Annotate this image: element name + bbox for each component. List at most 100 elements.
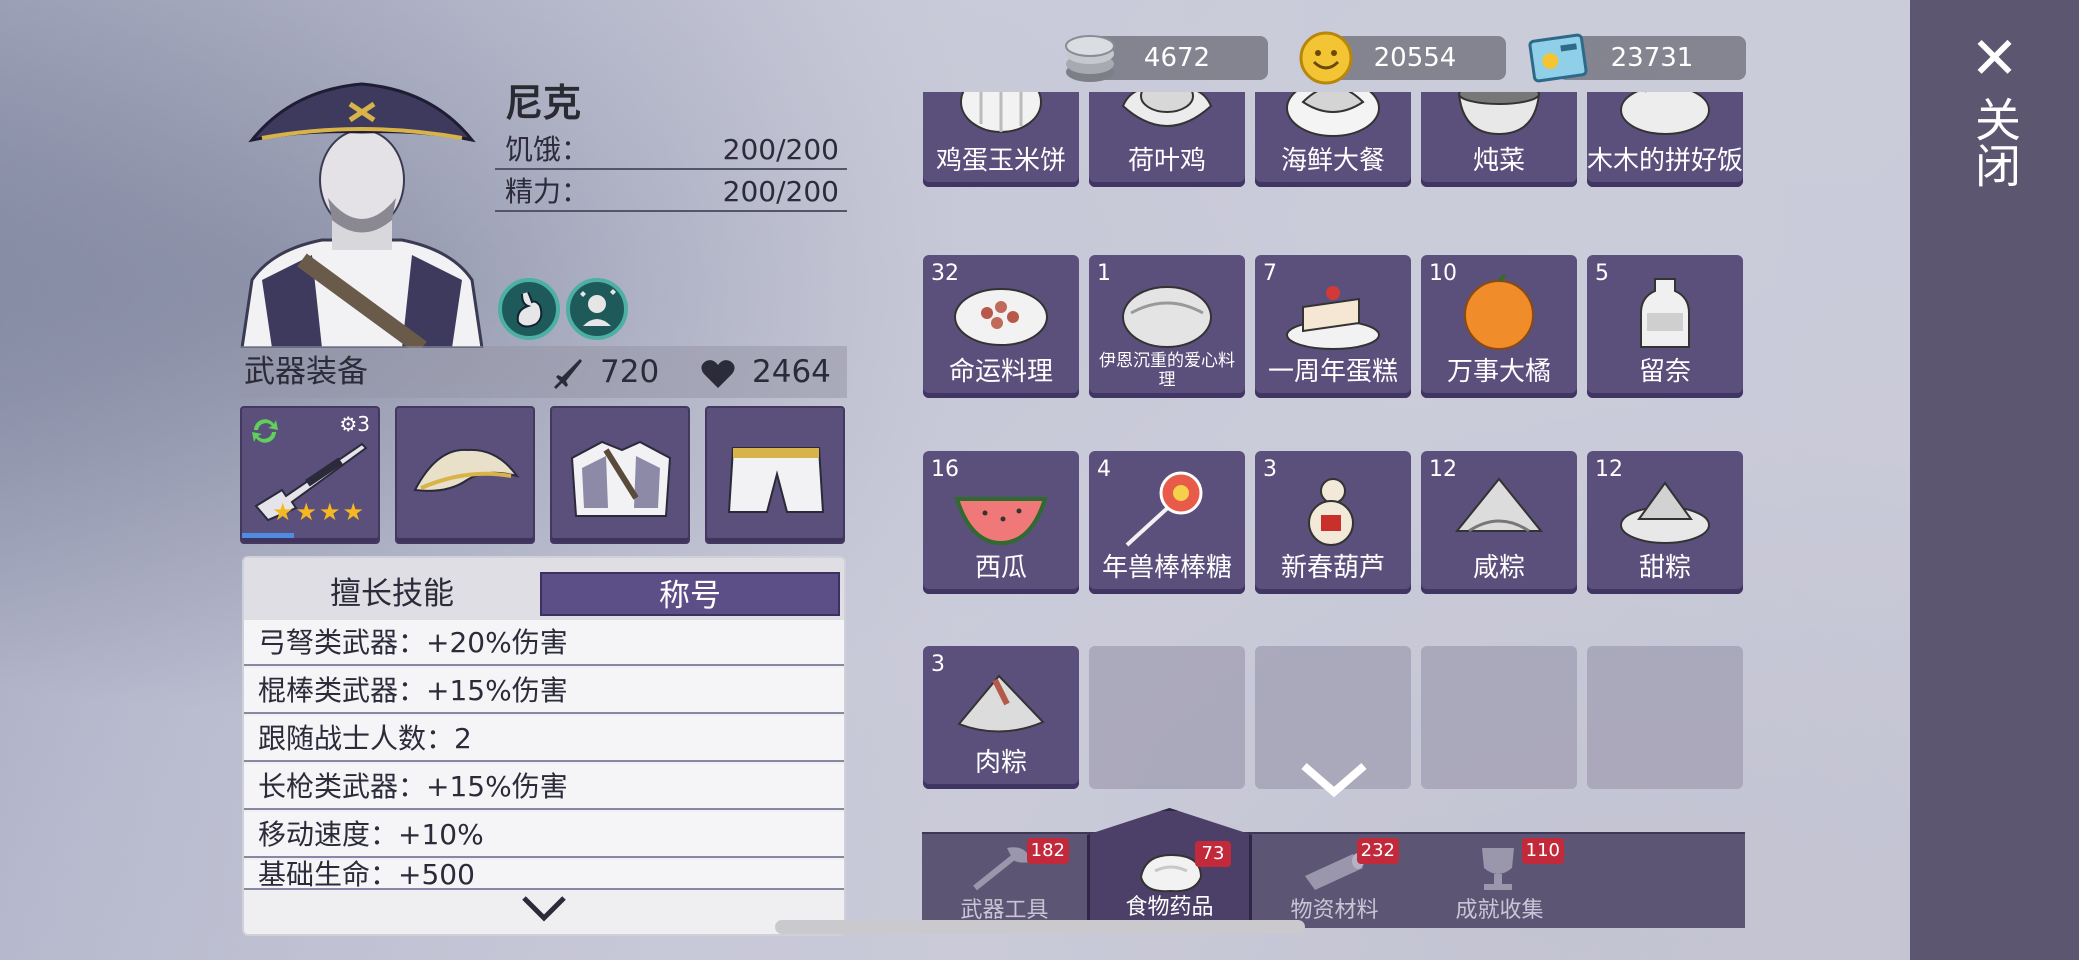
item-name: 命运料理: [948, 357, 1053, 387]
item-cell[interactable]: 鸡蛋玉米饼: [923, 92, 1079, 187]
fortune-dish-icon: [954, 288, 1048, 346]
hunger-value: 200/200: [722, 133, 839, 166]
skills-panel: 擅长技能 称号 弓弩类武器：+20%伤害 棍棒类武器：+15%伤害 跟随战士人数…: [242, 556, 846, 936]
hat-slot[interactable]: [395, 406, 535, 544]
home-indicator[interactable]: [775, 920, 1305, 934]
skill-row: 移动速度：+10%: [244, 812, 844, 858]
item-name: 新春葫芦: [1280, 553, 1385, 583]
energy-value: 200/200: [722, 175, 839, 208]
tab-materials[interactable]: 232 物资材料: [1252, 834, 1417, 930]
item-count: 3: [1263, 457, 1277, 482]
attack-value: 720: [600, 354, 660, 390]
item-cell[interactable]: 1 伊恩沉重的爱心料理: [1089, 255, 1245, 398]
tab-badge: 232: [1356, 838, 1399, 864]
stomach-badge-icon[interactable]: [498, 278, 560, 340]
tab-label: 食物药品: [1125, 895, 1214, 920]
item-name: 伊恩沉重的爱心料理: [1099, 351, 1235, 390]
item-count: 3: [931, 652, 945, 677]
bento-box-icon: [1620, 92, 1710, 135]
item-name: 甜粽: [1638, 553, 1691, 583]
tab-badge: 110: [1521, 838, 1564, 864]
cake-icon: [1286, 286, 1380, 350]
energy-stat: 精力： 200/200: [495, 172, 847, 212]
silver-currency: 4672: [1065, 35, 1268, 82]
item-cell[interactable]: 12 甜粽: [1587, 451, 1743, 594]
item-cell[interactable]: 5 留奈: [1587, 255, 1743, 398]
item-count: 4: [1097, 457, 1111, 482]
tab-skills[interactable]: 擅长技能: [244, 572, 540, 616]
tab-title[interactable]: 称号: [540, 572, 840, 616]
hunger-label: 饥饿：: [505, 133, 590, 166]
skill-row: 基础生命：+500: [244, 860, 844, 890]
equipment-title: 武器装备: [244, 354, 368, 390]
ticket-value: 23731: [1610, 43, 1694, 73]
skill-row: 长枪类武器：+15%伤害: [244, 764, 844, 810]
item-count: 12: [1595, 457, 1623, 482]
item-name: 万事大橘: [1446, 357, 1551, 387]
item-cell[interactable]: 炖菜: [1421, 92, 1577, 187]
item-cell[interactable]: 4 年兽棒棒糖: [1089, 451, 1245, 594]
coat-slot[interactable]: [550, 406, 690, 544]
gourd-icon: [1308, 478, 1354, 546]
category-tabs: 182 武器工具 73 食物药品 232 物资材料 110 成就收集: [922, 808, 1745, 930]
item-cell[interactable]: 3 新春葫芦: [1255, 451, 1411, 594]
empty-cell[interactable]: [1587, 646, 1743, 789]
weapon-slot[interactable]: ⚙3 ★★★★: [240, 406, 380, 544]
weapon-exp-bar: [242, 533, 294, 538]
sweet-zongzi-icon: [1620, 481, 1710, 544]
skill-row: 弓弩类武器：+20%伤害: [244, 620, 844, 666]
item-name: 西瓜: [974, 553, 1027, 583]
salty-zongzi-icon: [1454, 477, 1544, 533]
item-name: 木木的拼好饭: [1587, 146, 1744, 176]
item-name: 一周年蛋糕: [1267, 357, 1398, 387]
close-icon[interactable]: ✕: [1910, 28, 2079, 88]
item-count: 1: [1097, 261, 1111, 286]
skill-row: 跟随战士人数：2: [244, 716, 844, 762]
inventory-grid: 鸡蛋玉米饼 荷叶鸡 海鲜大餐 炖菜 木木的拼好饭 32 命运料理 1 伊恩沉重的…: [922, 92, 1745, 822]
item-name: 年兽棒棒糖: [1101, 553, 1232, 583]
watermelon-icon: [954, 497, 1048, 546]
close-panel[interactable]: ✕ 关闭: [1910, 0, 2079, 960]
hero-portrait: [240, 82, 484, 348]
egg-tortilla-icon: [960, 92, 1042, 133]
meat-zongzi-icon: [957, 674, 1045, 733]
item-cell[interactable]: 7 一周年蛋糕: [1255, 255, 1411, 398]
skill-row: 棍棒类武器：+15%伤害: [244, 668, 844, 714]
item-count: 5: [1595, 261, 1609, 286]
tab-badge: 182: [1026, 838, 1069, 864]
item-name: 海鲜大餐: [1280, 146, 1385, 176]
stew-icon: [1457, 92, 1541, 136]
tab-weapons-tools[interactable]: 182 武器工具: [922, 834, 1087, 930]
energy-label: 精力：: [505, 175, 590, 208]
chevron-down-icon[interactable]: [1298, 758, 1370, 802]
item-cell[interactable]: 10 万事大橘: [1421, 255, 1577, 398]
item-count: 32: [931, 261, 959, 286]
item-cell[interactable]: 荷叶鸡: [1089, 92, 1245, 187]
gold-currency: 20554: [1299, 31, 1506, 85]
empty-cell[interactable]: [1421, 646, 1577, 789]
item-cell[interactable]: 海鲜大餐: [1255, 92, 1411, 187]
pants-icon: [727, 447, 825, 513]
ticket-currency: 23731: [1528, 33, 1746, 83]
item-name: 荷叶鸡: [1127, 146, 1206, 176]
item-count: 7: [1263, 261, 1277, 286]
empty-cell[interactable]: [1089, 646, 1245, 789]
close-label[interactable]: 关闭: [1960, 96, 2030, 188]
tab-achievements[interactable]: 110 成就收集: [1417, 834, 1582, 930]
coat-icon: [570, 440, 672, 517]
item-count: 12: [1429, 457, 1457, 482]
item-name: 咸粽: [1472, 553, 1525, 583]
item-cell[interactable]: 16 西瓜: [923, 451, 1079, 594]
item-count: 10: [1429, 261, 1457, 286]
pants-slot[interactable]: [705, 406, 845, 544]
hero-name: 尼克: [505, 81, 582, 125]
item-cell[interactable]: 3 肉粽: [923, 646, 1079, 789]
chevron-down-icon[interactable]: [514, 888, 574, 928]
spirit-badge-icon[interactable]: [566, 278, 628, 340]
item-cell[interactable]: 32 命运料理: [923, 255, 1079, 398]
sword-icon: [554, 359, 582, 389]
item-cell[interactable]: 木木的拼好饭: [1587, 92, 1743, 187]
pie-icon: [1122, 286, 1212, 348]
item-name: 炖菜: [1472, 146, 1525, 176]
item-cell[interactable]: 12 咸粽: [1421, 451, 1577, 594]
